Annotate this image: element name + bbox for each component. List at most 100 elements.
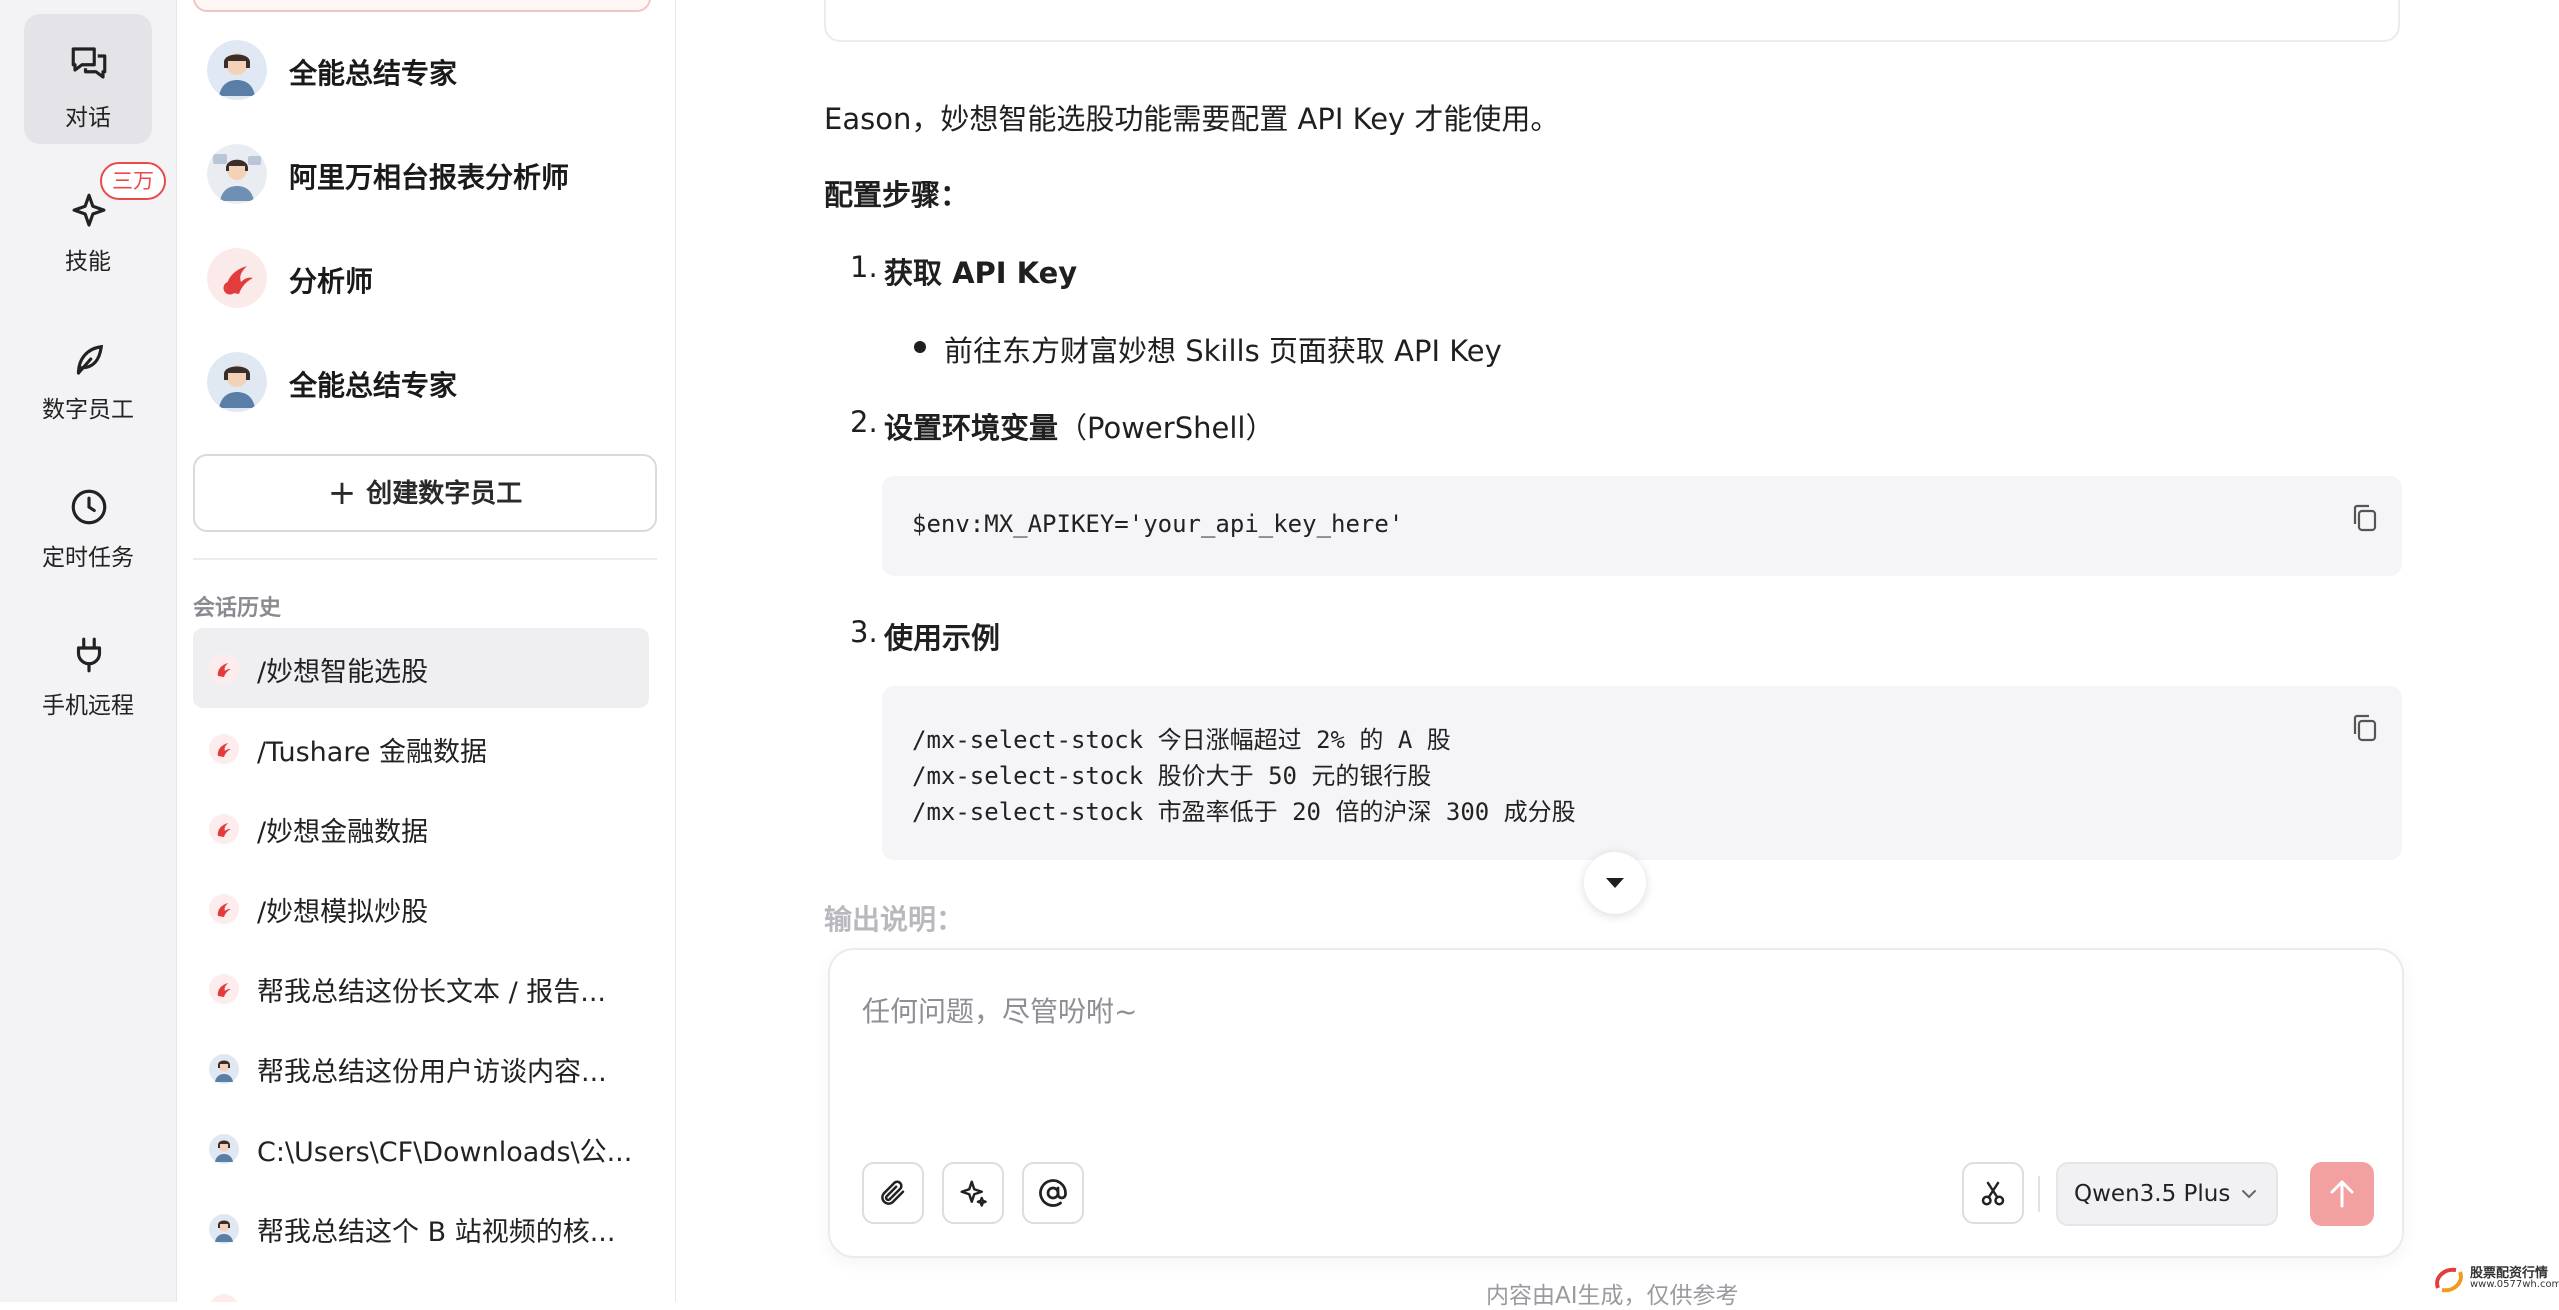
attach-button[interactable] — [862, 1162, 924, 1224]
watermark-line2: www.0577wh.com — [2470, 1279, 2559, 1290]
agent-avatar — [207, 352, 267, 412]
agent-avatar — [207, 144, 267, 204]
agent-avatar — [207, 40, 267, 100]
agent-item[interactable]: 分析师 — [207, 242, 647, 314]
model-selector[interactable]: Qwen3.5 Plus — [2056, 1162, 2278, 1226]
avatar-icon — [209, 1214, 239, 1244]
send-button[interactable] — [2310, 1162, 2374, 1226]
history-item[interactable]: 帮我总结这份长文本 / 报告... — [193, 948, 649, 1028]
watermark-logo: 股票配资行情 www.0577wh.com — [2432, 1262, 2559, 1296]
history-item[interactable]: 帮我总结这份用户访谈内容... — [193, 1028, 649, 1108]
clock-icon — [71, 489, 107, 525]
fire-icon — [209, 894, 239, 924]
rail-item-chat[interactable]: 对话 — [24, 14, 152, 144]
copy-icon[interactable] — [2350, 712, 2380, 744]
plug-icon — [76, 637, 102, 673]
rail-label-scheduled: 定时任务 — [42, 545, 134, 571]
step1-bullet: 前往东方财富妙想 Skills 页面获取 API Key — [944, 334, 1502, 368]
agent-item[interactable]: 阿里万相台报表分析师 — [207, 138, 647, 210]
arrow-up-icon — [2330, 1180, 2354, 1208]
rail-item-mobile[interactable]: 手机远程 — [24, 606, 152, 736]
create-digital-staff-button[interactable]: + 创建数字员工 — [193, 454, 657, 532]
steps-title: 配置步骤： — [824, 178, 970, 212]
history-item[interactable]: /Tushare 金融数据 — [193, 708, 649, 788]
bullet-dot — [914, 341, 926, 353]
rail-label-digital-staff: 数字员工 — [42, 397, 134, 423]
skills-badge: 三万 — [100, 162, 166, 200]
divider — [193, 558, 657, 560]
chat-input-box[interactable]: 任何问题，尽管吩咐~ Qwen3.5 Plus — [828, 948, 2404, 1258]
step-number: 3. — [850, 615, 878, 649]
agent-name: 分析师 — [289, 265, 374, 298]
history-label: 帮我总结这份用户访谈内容... — [257, 1057, 607, 1088]
step-number: 2. — [850, 405, 878, 439]
agent-item[interactable]: 全能总结专家 — [207, 34, 647, 106]
step2-suffix: （PowerShell） — [1058, 411, 1275, 445]
code-line: /mx-select-stock 市盈率低于 20 倍的沪深 300 成分股 — [912, 798, 1576, 826]
agent-name: 全能总结专家 — [289, 57, 458, 90]
history-item[interactable]: /妙想金融数据 — [193, 788, 649, 868]
model-label: Qwen3.5 Plus — [2074, 1181, 2231, 1207]
chat-main: Eason，妙想智能选股功能需要配置 API Key 才能使用。 配置步骤： 1… — [676, 0, 2559, 1309]
agent-name: 全能总结专家 — [289, 369, 458, 402]
history-label: /妙想金融数据 — [257, 817, 429, 848]
avatar-icon — [209, 1054, 239, 1084]
create-digital-staff-label: 创建数字员工 — [366, 479, 523, 509]
history-label: 帮我总结这份长文本 / 报告... — [257, 977, 607, 1008]
history-item[interactable]: C:\Users\CF\Downloads\公... — [193, 1108, 649, 1188]
ai-disclaimer: 内容由AI生成，仅供参考 — [1486, 1283, 1739, 1309]
history-label: /妙想智能选股 — [257, 657, 429, 688]
caret-down-icon — [1606, 878, 1624, 888]
sparkle-icon — [72, 193, 106, 227]
fire-icon — [209, 654, 239, 684]
message-intro: Eason，妙想智能选股功能需要配置 API Key 才能使用。 — [824, 102, 1560, 136]
watermark-swirl-icon — [2435, 1267, 2463, 1293]
history-label: /妙想模拟炒股 — [257, 897, 429, 928]
history-item[interactable]: 帮我总结这个 B 站视频的核... — [193, 1188, 649, 1268]
agent-name: 阿里万相台报表分析师 — [289, 161, 570, 194]
rail-label-chat: 对话 — [65, 105, 111, 131]
history-item-partial[interactable] — [193, 1268, 649, 1302]
agent-item[interactable]: 全能总结专家 — [207, 346, 647, 418]
fire-icon — [210, 1294, 238, 1302]
code-line: $env:MX_APIKEY='your_api_key_here' — [912, 510, 1404, 538]
history-item[interactable]: /妙想模拟炒股 — [193, 868, 649, 948]
fire-icon — [209, 974, 239, 1004]
chat-input-placeholder[interactable]: 任何问题，尽管吩咐~ — [862, 990, 1137, 1030]
nav-rail: 对话 技能 三万 数字员工 定时任务 手机远程 — [0, 0, 177, 1302]
fire-icon — [209, 814, 239, 844]
step1-title: 获取 API Key — [884, 256, 1078, 290]
code-line: /mx-select-stock 股价大于 50 元的银行股 — [912, 762, 1432, 790]
history-item[interactable]: /妙想智能选股 — [193, 628, 649, 708]
cut-button[interactable] — [1962, 1162, 2024, 1224]
rail-item-scheduled[interactable]: 定时任务 — [24, 458, 152, 588]
plus-icon: + — [327, 473, 357, 513]
output-title: 输出说明： — [824, 903, 965, 936]
step2-title: 设置环境变量 — [884, 411, 1059, 445]
code-block-examples: /mx-select-stock 今日涨幅超过 2% 的 A 股 /mx-sel… — [882, 686, 2402, 860]
mention-button[interactable] — [1022, 1162, 1084, 1224]
chevron-down-icon — [2242, 1190, 2256, 1199]
paperclip-icon — [881, 1180, 905, 1205]
chat-icon — [71, 47, 107, 79]
sidebar: 全能总结专家 阿里万相台报表分析师 分析师 全能总结专家 + 创建数字员工 会话历… — [177, 0, 676, 1302]
code-line: /mx-select-stock 今日涨幅超过 2% 的 A 股 — [912, 726, 1451, 754]
avatar-icon — [209, 1134, 239, 1164]
toolbar-separator — [2038, 1176, 2040, 1212]
scroll-down-button[interactable] — [1584, 852, 1646, 914]
history-label: 帮我总结这个 B 站视频的核... — [257, 1217, 616, 1248]
selected-agent-card-edge[interactable] — [193, 0, 651, 12]
step2-heading: 设置环境变量（PowerShell） — [884, 405, 1274, 447]
skills-button[interactable] — [942, 1162, 1004, 1224]
rail-item-digital-staff[interactable]: 数字员工 — [24, 310, 152, 440]
previous-message-box — [824, 0, 2400, 42]
history-title: 会话历史 — [193, 596, 282, 621]
sparkle-icon — [960, 1180, 987, 1207]
rail-label-mobile: 手机远程 — [42, 693, 134, 719]
at-sign-icon — [1039, 1179, 1067, 1207]
rail-label-skills: 技能 — [65, 249, 111, 275]
code-block-env: $env:MX_APIKEY='your_api_key_here' — [882, 476, 2402, 576]
agent-avatar — [207, 248, 267, 308]
copy-icon[interactable] — [2350, 502, 2380, 534]
step3-title: 使用示例 — [884, 621, 1001, 655]
